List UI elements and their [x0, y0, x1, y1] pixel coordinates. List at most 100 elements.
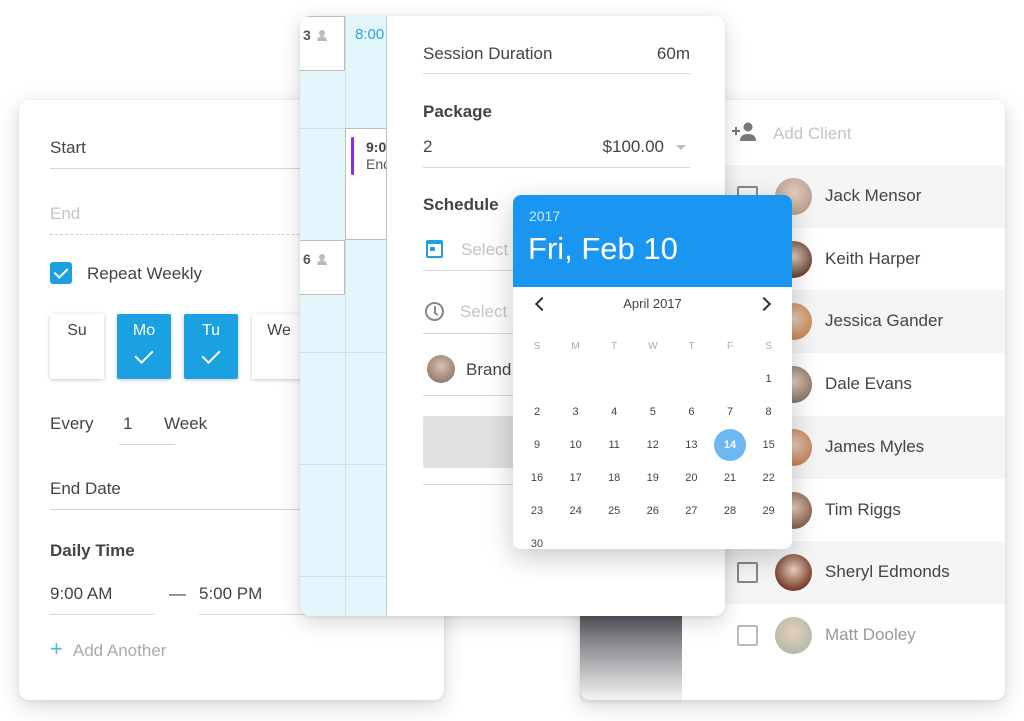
session-duration-value[interactable]: 60m [423, 44, 690, 64]
instructor-avatar [427, 355, 455, 383]
client-name: Jack Mensor [825, 186, 922, 205]
end-underline [50, 234, 340, 235]
day-cell[interactable]: 25 [595, 495, 633, 528]
day-cell[interactable]: 23 [518, 495, 556, 528]
day-cell[interactable]: 12 [634, 429, 672, 462]
weekday-label: F [726, 341, 734, 352]
calendar-column [345, 16, 387, 616]
calendar-event[interactable]: 9:0 End [345, 128, 387, 240]
grid-line [300, 464, 386, 465]
client-avatar [775, 616, 812, 654]
day-cell[interactable]: 30 [518, 528, 556, 549]
package-price: $100.00 [602, 137, 664, 156]
repeat-weekly-checkbox[interactable] [50, 262, 72, 284]
day-toggle-su[interactable]: Su [50, 314, 104, 379]
plus-icon: + [50, 636, 63, 661]
calendar-slot[interactable]: 3 [300, 16, 345, 71]
date-picker: 2017 Fri, Feb 10 April 2017 SMTWTFS12345… [513, 195, 792, 549]
picker-year[interactable]: 2017 [529, 208, 560, 224]
weekday-label: T [688, 341, 695, 352]
clock-icon [425, 302, 444, 321]
dropdown-caret-icon [676, 145, 686, 151]
end-date-underline [50, 509, 340, 510]
slot-count: 3 [303, 27, 311, 43]
day-cell[interactable]: 28 [711, 495, 749, 528]
day-label: Tu [201, 322, 221, 339]
day-cell[interactable]: 29 [750, 495, 788, 528]
day-cell[interactable]: 11 [595, 429, 633, 462]
client-name: James Myles [825, 436, 925, 456]
person-icon [316, 254, 327, 265]
day-cell[interactable]: 8 [750, 396, 788, 429]
grid-line [300, 576, 386, 577]
divider [423, 167, 690, 168]
day-toggle-we[interactable]: We [252, 314, 306, 379]
day-cell[interactable]: 1 [750, 363, 788, 396]
time-from-underline [50, 614, 154, 615]
client-name: Matt Dooley [825, 624, 916, 644]
day-label: Mo [132, 322, 156, 339]
day-cell[interactable]: 13 [672, 429, 710, 462]
calendar-slot[interactable]: 6 [300, 240, 345, 295]
client-name: Dale Evans [825, 374, 912, 394]
day-cell[interactable]: 7 [711, 396, 749, 429]
day-cell[interactable]: 10 [557, 429, 595, 462]
add-client-input[interactable]: Add Client [773, 124, 851, 144]
slot-count: 6 [303, 251, 311, 267]
day-cell[interactable]: 17 [557, 462, 595, 495]
day-cell[interactable]: 18 [595, 462, 633, 495]
package-select[interactable]: $100.00 [423, 137, 690, 157]
day-label: We [267, 322, 291, 339]
day-cell[interactable]: 20 [672, 462, 710, 495]
picker-month-label: April 2017 [623, 296, 682, 311]
check-icon [134, 344, 154, 365]
day-cell[interactable]: 5 [634, 396, 672, 429]
client-name: Sheryl Edmonds [825, 562, 950, 582]
date-picker-header: 2017 Fri, Feb 10 [513, 195, 792, 287]
client-row[interactable]: Sheryl Edmonds [715, 541, 1005, 605]
person-add-icon[interactable] [732, 122, 758, 142]
client-row[interactable]: Matt Dooley [715, 604, 1005, 667]
weekday-label: S [765, 341, 772, 352]
time-marker: 8:00 [355, 26, 385, 43]
weekday-label: T [611, 341, 618, 352]
day-cell[interactable]: 6 [672, 396, 710, 429]
client-name: Keith Harper [825, 248, 921, 268]
day-cell[interactable]: 21 [711, 462, 749, 495]
day-cell[interactable]: 26 [634, 495, 672, 528]
event-color-bar [351, 137, 354, 175]
weekday-label: S [533, 341, 541, 352]
day-label: Su [67, 322, 87, 339]
day-cell[interactable]: 16 [518, 462, 556, 495]
day-cell[interactable]: 19 [634, 462, 672, 495]
client-checkbox[interactable] [737, 624, 758, 646]
every-underline [119, 444, 175, 445]
divider [423, 73, 690, 74]
check-icon [201, 344, 221, 365]
grid-line [300, 352, 386, 353]
add-another-label: Add Another [72, 641, 167, 660]
weekday-label: M [571, 341, 580, 352]
calendar-column [300, 16, 345, 616]
day-cell[interactable]: 4 [595, 396, 633, 429]
day-cell[interactable]: 2 [518, 396, 556, 429]
event-title: End [366, 156, 386, 172]
shadow-block [580, 616, 682, 706]
day-toggle-tu[interactable]: Tu [184, 314, 238, 379]
client-checkbox[interactable] [737, 562, 758, 584]
day-cell[interactable]: 3 [557, 396, 595, 429]
add-another-button[interactable]: + Add Another [50, 636, 350, 662]
day-cell[interactable]: 24 [557, 495, 595, 528]
start-underline [50, 168, 340, 169]
client-name: Tim Riggs [825, 499, 901, 519]
event-time: 9:0 [366, 139, 387, 155]
day-cell[interactable]: 9 [518, 429, 556, 462]
person-icon [316, 30, 327, 41]
day-cell[interactable]: 27 [672, 495, 710, 528]
day-toggle-mo[interactable]: Mo [117, 314, 171, 379]
day-cell[interactable]: 22 [750, 462, 788, 495]
day-cell-selected[interactable]: 14 [711, 429, 749, 462]
picker-selected-date: Fri, Feb 10 [528, 231, 678, 266]
day-cell[interactable]: 15 [750, 429, 788, 462]
package-title: Package [423, 102, 492, 121]
